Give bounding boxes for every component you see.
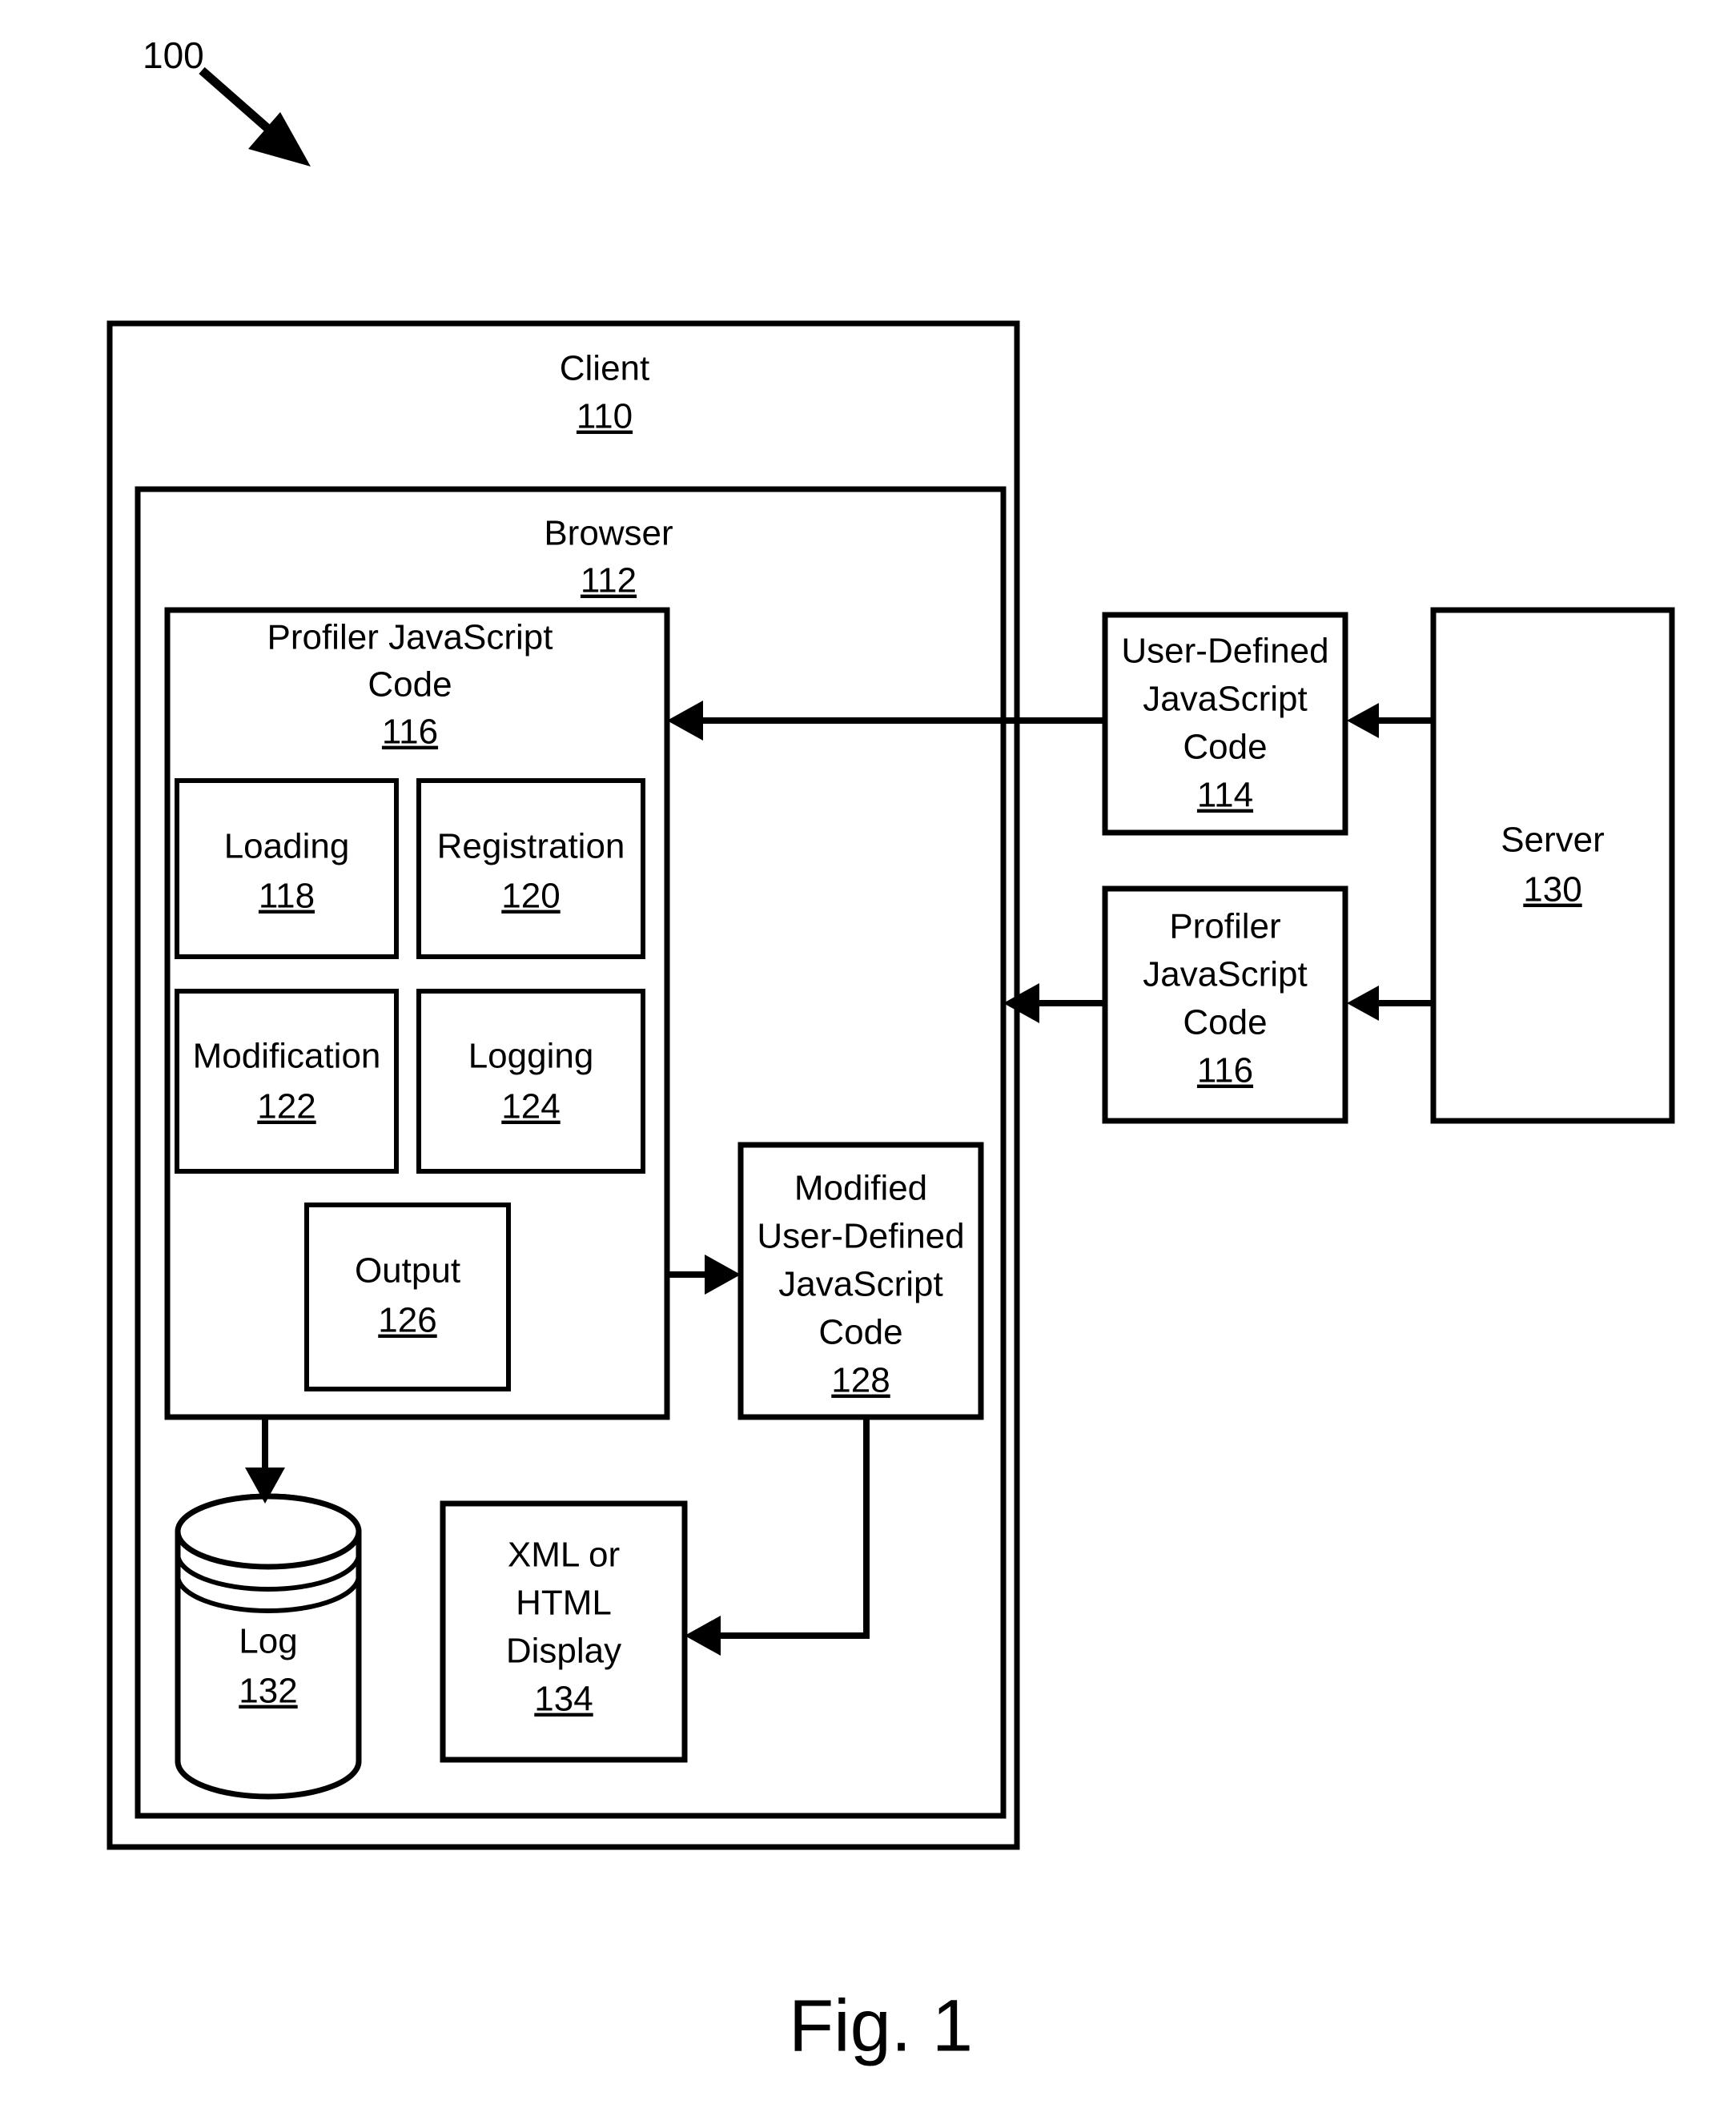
loading-box (175, 778, 399, 959)
modified-js-number: 128 (831, 1361, 890, 1400)
user-defined-js-number: 114 (1197, 776, 1253, 815)
log-label: Log (239, 1622, 297, 1661)
server-box (1430, 607, 1675, 1124)
profiler-js-code-label-line2: Code (368, 665, 452, 705)
output-number: 126 (378, 1301, 436, 1340)
loading-number: 118 (259, 877, 315, 916)
modification-number: 122 (257, 1087, 315, 1126)
client-number: 110 (577, 397, 633, 436)
modification-label: Modification (193, 1037, 381, 1076)
figure-reference-arrow (199, 66, 311, 167)
user-defined-js-label-line1: User-Defined (1121, 632, 1328, 671)
connector-server-to-server-profiler-js (1347, 986, 1433, 1021)
xml-html-label-line3: Display (506, 1632, 621, 1671)
server-profiler-js-label-line3: Code (1183, 1003, 1267, 1042)
server-number: 130 (1523, 870, 1581, 909)
diagram-canvas: 100 Client 110 Browser 112 Profiler Java… (106, 34, 1675, 2066)
patent-figure: 100 Client 110 Browser 112 Profiler Java… (0, 0, 1736, 2108)
client-label: Client (560, 349, 650, 388)
modified-js-label-line1: Modified (794, 1169, 927, 1208)
connector-server-to-user-defined-js (1347, 703, 1433, 738)
figure-caption: Fig. 1 (789, 1985, 973, 2066)
registration-number: 120 (501, 877, 560, 916)
registration-box (416, 778, 645, 959)
user-defined-js-label-line3: Code (1183, 728, 1267, 767)
server-profiler-js-number: 116 (1197, 1051, 1253, 1090)
profiler-js-code-label-line1: Profiler JavaScript (267, 618, 553, 657)
logging-box (416, 989, 645, 1174)
modification-box (175, 989, 399, 1174)
loading-label: Loading (224, 827, 350, 866)
logging-number: 124 (501, 1087, 560, 1126)
server-profiler-js-label-line1: Profiler (1169, 907, 1280, 946)
modified-js-label-line3: JavaScript (778, 1265, 942, 1304)
xml-html-label-line1: XML or (508, 1536, 620, 1575)
log-number: 132 (239, 1672, 297, 1711)
registration-label: Registration (437, 827, 625, 866)
logging-label: Logging (468, 1037, 594, 1076)
server-label: Server (1501, 821, 1605, 860)
output-label: Output (355, 1251, 460, 1291)
browser-number: 112 (581, 561, 637, 600)
output-box (304, 1203, 511, 1391)
xml-html-number: 134 (534, 1680, 593, 1719)
server-profiler-js-label-line2: JavaScript (1143, 955, 1307, 994)
browser-label: Browser (544, 514, 673, 553)
modified-js-label-line2: User-Defined (757, 1217, 964, 1256)
profiler-js-code-number: 116 (382, 713, 438, 752)
modified-js-label-line4: Code (818, 1313, 902, 1352)
user-defined-js-label-line2: JavaScript (1143, 680, 1307, 719)
figure-reference-number: 100 (143, 34, 204, 76)
xml-html-label-line2: HTML (516, 1584, 612, 1623)
